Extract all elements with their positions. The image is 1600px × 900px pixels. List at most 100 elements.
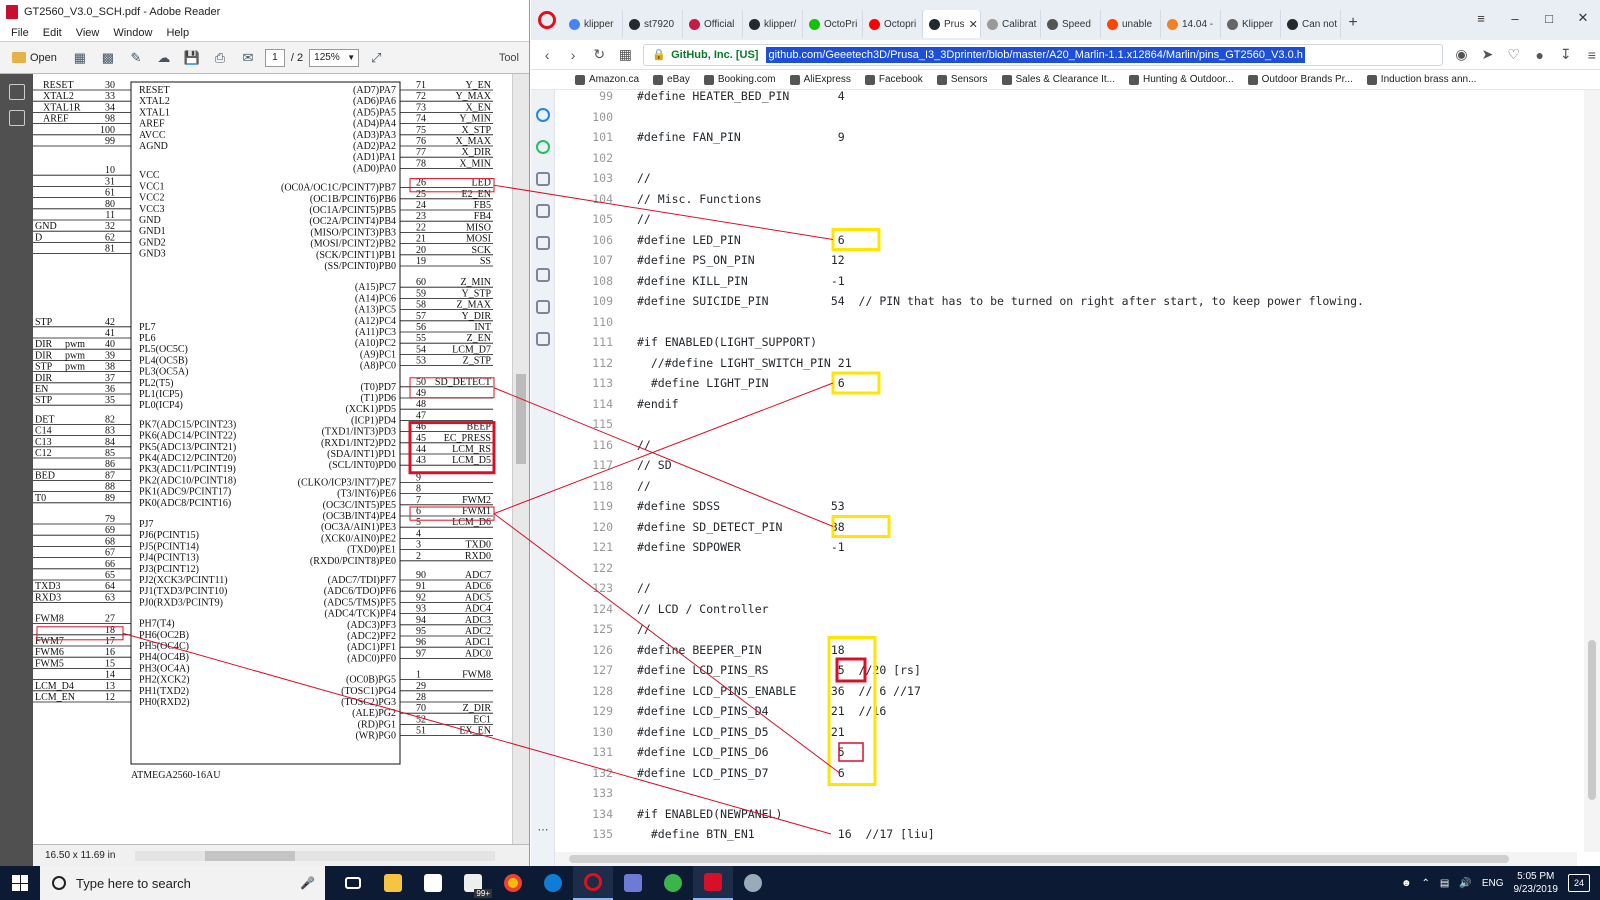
browser-tab[interactable]: st7920	[623, 10, 683, 38]
line-number[interactable]: 114	[555, 397, 637, 411]
page-number-input[interactable]: 1	[264, 48, 285, 67]
back-icon[interactable]: ‹	[539, 47, 555, 63]
line-number[interactable]: 101	[555, 130, 637, 144]
microphone-icon[interactable]: 🎤	[300, 876, 315, 890]
scroll-thumb[interactable]	[516, 374, 526, 464]
language-indicator[interactable]: ENG	[1482, 878, 1504, 889]
bookmark-item[interactable]: Outdoor Brands Pr...	[1247, 74, 1353, 85]
line-number[interactable]: 130	[555, 725, 637, 739]
zoom-select[interactable]: 125% ▼	[309, 48, 360, 67]
heart-icon[interactable]	[535, 268, 550, 282]
line-number[interactable]: 132	[555, 766, 637, 780]
create-pdf-icon[interactable]: ▦	[69, 47, 91, 69]
line-number[interactable]: 133	[555, 786, 637, 800]
line-number[interactable]: 116	[555, 438, 637, 452]
print-icon[interactable]: ⎙	[209, 47, 231, 69]
upload-icon[interactable]: ☁	[153, 47, 175, 69]
attachments-icon[interactable]	[8, 110, 25, 126]
network-app-icon[interactable]	[613, 866, 653, 900]
scroll-thumb[interactable]	[569, 855, 1509, 863]
heart-icon[interactable]: ♡	[1506, 46, 1522, 63]
line-number[interactable]: 118	[555, 479, 637, 493]
close-tab-icon[interactable]: ✕	[969, 18, 978, 31]
whatsapp-icon[interactable]	[535, 140, 550, 154]
close-window-button[interactable]: ✕	[1566, 10, 1600, 26]
browser-tab[interactable]: Can not	[1281, 10, 1341, 38]
mail-icon[interactable]: 99+	[453, 866, 493, 900]
browser-tab[interactable]: unable	[1101, 10, 1161, 38]
line-number[interactable]: 109	[555, 294, 637, 308]
bookmark-item[interactable]: Hunting & Outdoor...	[1129, 74, 1234, 85]
line-number[interactable]: 129	[555, 704, 637, 718]
forward-icon[interactable]: ›	[565, 47, 581, 63]
browser-tab[interactable]: OctoPri	[803, 10, 863, 38]
line-number[interactable]: 107	[555, 253, 637, 267]
line-number[interactable]: 123	[555, 581, 637, 595]
combine-icon[interactable]: ▩	[97, 47, 119, 69]
edge-icon[interactable]	[533, 866, 573, 900]
camera-icon[interactable]: ◉	[1453, 46, 1469, 63]
bookmark-item[interactable]: Booking.com	[703, 74, 776, 85]
tools-pane-button[interactable]: Tool	[499, 52, 519, 64]
line-number[interactable]: 106	[555, 233, 637, 247]
line-number[interactable]: 115	[555, 417, 637, 431]
pdf-document-view[interactable]: ATMEGA2560-16AU 30 RESET 33 XTAL2 34 XTAL1 98 AR…	[33, 74, 513, 844]
new-tab-button[interactable]: +	[1341, 14, 1365, 32]
menu-file[interactable]: File	[4, 27, 36, 39]
line-number[interactable]: 119	[555, 499, 637, 513]
minimize-button[interactable]: –	[1498, 11, 1532, 26]
browser-tab[interactable]: Calibrat	[981, 10, 1041, 38]
line-number[interactable]: 110	[555, 315, 637, 329]
action-center-icon[interactable]: 24	[1568, 874, 1590, 892]
bookmark-item[interactable]: eBay	[653, 74, 690, 85]
line-number[interactable]: 112	[555, 356, 637, 370]
line-number[interactable]: 134	[555, 807, 637, 821]
reload-icon[interactable]: ↻	[591, 46, 607, 63]
line-number[interactable]: 128	[555, 684, 637, 698]
bookmark-item[interactable]: Sensors	[936, 74, 988, 85]
messenger-icon[interactable]	[535, 108, 550, 122]
reader-horizontal-scrollbar[interactable]	[135, 850, 496, 861]
history-icon[interactable]	[535, 332, 550, 346]
line-number[interactable]: 125	[555, 622, 637, 636]
browser-tab[interactable]: Octopri	[863, 10, 923, 38]
line-number[interactable]: 117	[555, 458, 637, 472]
site-certificate[interactable]: GitHub, Inc. [US]	[671, 49, 758, 61]
line-number[interactable]: 121	[555, 540, 637, 554]
flow-icon[interactable]	[535, 204, 550, 218]
line-number[interactable]: 103	[555, 171, 637, 185]
menu-help[interactable]: Help	[159, 27, 196, 39]
browser-tab[interactable]: 14.04 -	[1161, 10, 1221, 38]
bookmark-item[interactable]: Sales & Clearance It...	[1001, 74, 1115, 85]
menu-window[interactable]: Window	[106, 27, 159, 39]
page-vertical-scrollbar[interactable]	[1584, 90, 1600, 852]
file-explorer-icon[interactable]	[373, 866, 413, 900]
volume-icon[interactable]: 🔊	[1459, 878, 1471, 889]
reader-vertical-scrollbar[interactable]	[512, 74, 529, 844]
slicer-app-icon[interactable]	[733, 866, 773, 900]
line-number[interactable]: 126	[555, 643, 637, 657]
bookmark-item[interactable]: AliExpress	[789, 74, 851, 85]
bookmark-item[interactable]: Facebook	[864, 74, 923, 85]
line-number[interactable]: 100	[555, 110, 637, 124]
easy-setup-icon[interactable]: ≡	[1584, 47, 1600, 63]
save-icon[interactable]: 💾	[181, 47, 203, 69]
network-icon[interactable]: ▤	[1440, 878, 1449, 889]
start-button[interactable]	[0, 866, 40, 900]
download-icon[interactable]: ↧	[1558, 46, 1574, 63]
vpn-icon[interactable]: ●	[1532, 47, 1548, 63]
taskbar-search[interactable]: Type here to search 🎤	[40, 866, 325, 900]
line-number[interactable]: 131	[555, 745, 637, 759]
url-text[interactable]: github.com/Geeetech3D/Prusa_I3_3Dprinter…	[766, 46, 1305, 63]
browser-tab[interactable]: Klipper	[1221, 10, 1281, 38]
line-number[interactable]: 127	[555, 663, 637, 677]
menu-view[interactable]: View	[69, 27, 107, 39]
open-button[interactable]: Open	[6, 47, 63, 69]
maximize-button[interactable]: □	[1532, 11, 1566, 26]
scroll-thumb[interactable]	[205, 850, 296, 861]
opera-taskbar-icon[interactable]	[573, 866, 613, 900]
more-icon[interactable]: ⋯	[531, 823, 555, 836]
store-icon[interactable]	[413, 866, 453, 900]
bookmark-item[interactable]: Induction brass ann...	[1366, 74, 1476, 85]
browser-tab[interactable]: Official	[683, 10, 743, 38]
